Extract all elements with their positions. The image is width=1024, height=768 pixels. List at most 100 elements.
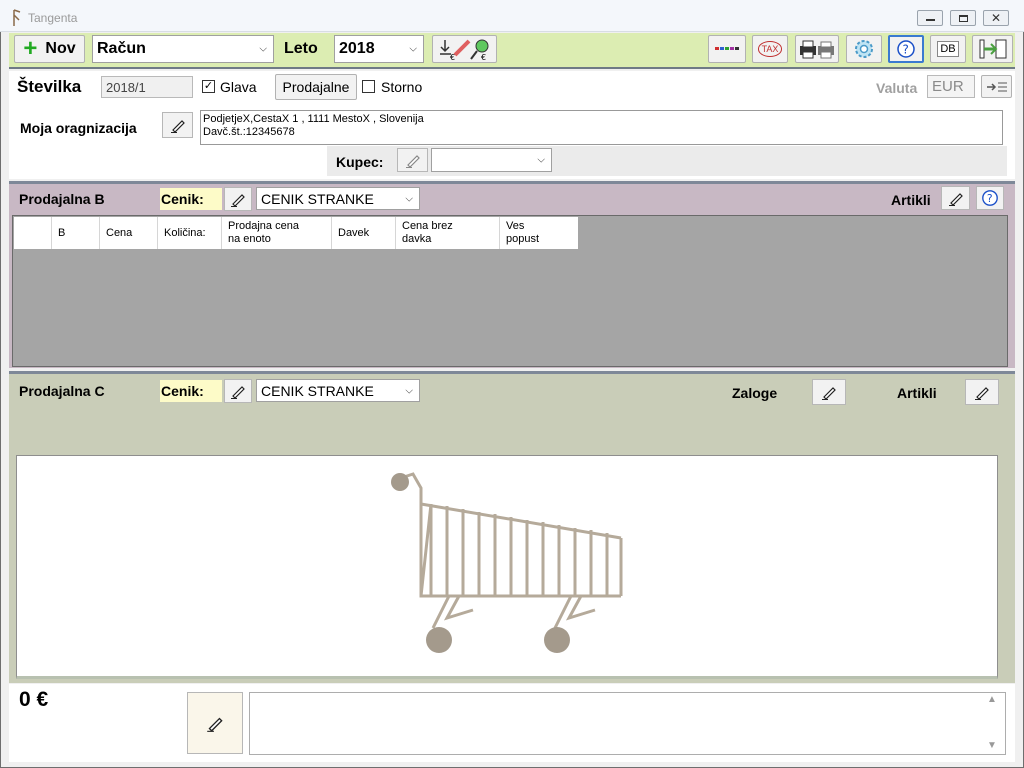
color-bar-icon — [715, 47, 739, 50]
section-b-help-button[interactable]: ? — [976, 186, 1004, 210]
storno-checkbox[interactable] — [362, 80, 375, 93]
document-type-select[interactable]: Račun ⌵ — [92, 35, 274, 63]
invoice-number-field[interactable]: 2018/1 — [101, 76, 193, 98]
grid-column-header[interactable]: Količina: — [158, 217, 222, 249]
pencil-icon — [207, 717, 223, 732]
chevron-down-icon: ⌵ — [409, 43, 417, 55]
currency-label: Valuta — [876, 80, 918, 96]
section-b-pricelist-select[interactable]: CENIK STRANKE ⌵ — [256, 187, 420, 210]
help-button[interactable]: ? — [888, 35, 924, 63]
svg-text:€: € — [481, 53, 486, 61]
year-select[interactable]: 2018 ⌵ — [334, 35, 424, 63]
window-title: Tangenta — [28, 11, 78, 25]
notes-textarea[interactable] — [249, 692, 1006, 755]
grid-column-header[interactable] — [14, 217, 52, 249]
section-c-pricelist-select[interactable]: CENIK STRANKE ⌵ — [256, 379, 420, 402]
new-button-label: Nov — [45, 40, 76, 57]
section-b-pricelist-label: Cenik: — [160, 188, 222, 210]
color-bar-button[interactable] — [708, 35, 746, 63]
currency-exchange-icon: € € — [439, 39, 488, 61]
chevron-down-icon: ⌵ — [405, 385, 413, 396]
edit-notes-button[interactable] — [187, 692, 243, 754]
grid-column-header[interactable]: Cena — [100, 217, 158, 249]
printer-icon — [800, 40, 834, 59]
chevron-down-icon: ⌵ — [537, 154, 545, 166]
section-b-pricelist-value: CENIK STRANKE — [261, 190, 374, 207]
pencil-icon — [975, 387, 989, 400]
help-icon: ? — [897, 40, 915, 58]
plus-icon: + — [23, 35, 38, 62]
document-type-value: Račun — [97, 40, 146, 57]
tax-button[interactable]: TAX — [752, 35, 788, 63]
section-c-edit-pricelist-button[interactable] — [224, 379, 252, 403]
help-icon: ? — [982, 190, 998, 206]
chevron-down-icon: ⌵ — [405, 193, 413, 204]
customer-row — [327, 146, 1007, 176]
pencil-icon — [948, 193, 963, 206]
grid-column-header[interactable]: Cena brez davka — [396, 217, 500, 249]
exit-door-icon — [979, 39, 1006, 59]
close-button[interactable]: ✕ — [983, 10, 1009, 26]
section-c-pricelist-label: Cenik: — [160, 380, 222, 402]
currency-exchange-button[interactable]: € € — [432, 35, 497, 63]
pencil-icon — [822, 387, 836, 400]
section-b-edit-articles-button[interactable] — [941, 186, 970, 210]
print-button[interactable] — [795, 35, 839, 63]
maximize-button[interactable] — [950, 10, 976, 26]
pencil-icon — [170, 120, 185, 133]
new-button[interactable]: + Nov — [14, 35, 85, 63]
organization-address-line: PodjetjeX,CestaX 1 , 1111 MestoX , Slove… — [203, 113, 424, 125]
edit-customer-button[interactable] — [397, 148, 428, 172]
pencil-icon — [231, 386, 245, 399]
pencil-icon — [231, 194, 245, 207]
customer-select[interactable]: ⌵ — [431, 148, 552, 172]
prodajalne-button[interactable]: Prodajalne — [275, 74, 357, 100]
organization-tax-number: Davč.št.:12345678 — [203, 126, 295, 138]
gear-icon — [855, 40, 873, 58]
storno-label: Storno — [381, 79, 423, 95]
shopping-cart-icon — [385, 460, 629, 676]
settings-button[interactable] — [846, 35, 882, 63]
database-button[interactable]: DB — [930, 35, 966, 63]
section-c-pricelist-value: CENIK STRANKE — [261, 382, 374, 399]
customer-label: Kupec: — [336, 154, 384, 170]
section-c-title: Prodajalna C — [19, 383, 105, 399]
exit-button[interactable] — [972, 35, 1013, 63]
maximize-icon — [958, 14, 968, 22]
grid-column-header[interactable]: Davek — [332, 217, 396, 249]
title-bar — [0, 0, 1024, 32]
grid-column-header[interactable]: Ves popust — [500, 217, 578, 249]
edit-organization-button[interactable] — [162, 112, 193, 138]
year-value: 2018 — [339, 40, 375, 57]
section-b-edit-pricelist-button[interactable] — [224, 187, 252, 211]
close-icon: ✕ — [990, 11, 1002, 25]
glava-checkbox[interactable]: ✓ — [202, 80, 215, 93]
grid-column-header[interactable]: B — [52, 217, 100, 249]
grid-column-header[interactable]: Prodajna cena na enoto — [222, 217, 332, 249]
section-c-stock-label: Zaloge — [732, 385, 778, 401]
organization-label: Moja oragnizacija — [20, 120, 137, 136]
scroll-down-icon[interactable]: ▼ — [987, 740, 997, 751]
section-b-title: Prodajalna B — [19, 191, 105, 207]
svg-text:?: ? — [903, 43, 909, 57]
scroll-up-icon[interactable]: ▲ — [987, 694, 997, 705]
section-c-edit-articles-button[interactable] — [965, 379, 999, 405]
invoice-items-grid-header: B Cena Količina: Prodajna cena na enoto … — [14, 217, 578, 249]
prodajalne-button-label: Prodajalne — [282, 79, 350, 95]
year-label: Leto — [284, 40, 318, 57]
number-label: Številka — [17, 77, 82, 96]
arrow-right-list-icon — [986, 82, 1007, 91]
app-icon — [13, 9, 21, 26]
section-c-edit-stock-button[interactable] — [812, 379, 846, 405]
invoice-total: 0 € — [19, 688, 49, 711]
tax-icon: TAX — [757, 41, 783, 57]
minimize-button[interactable] — [917, 10, 943, 26]
svg-text:?: ? — [987, 192, 993, 205]
chevron-down-icon: ⌵ — [259, 43, 267, 55]
section-c-articles-label: Artikli — [897, 385, 937, 401]
organization-address-box: PodjetjeX,CestaX 1 , 1111 MestoX , Slove… — [200, 110, 1003, 145]
section-b-articles-label: Artikli — [891, 192, 931, 208]
pencil-icon — [405, 155, 420, 168]
database-icon: DB — [937, 41, 959, 57]
currency-select-button[interactable] — [981, 75, 1012, 98]
